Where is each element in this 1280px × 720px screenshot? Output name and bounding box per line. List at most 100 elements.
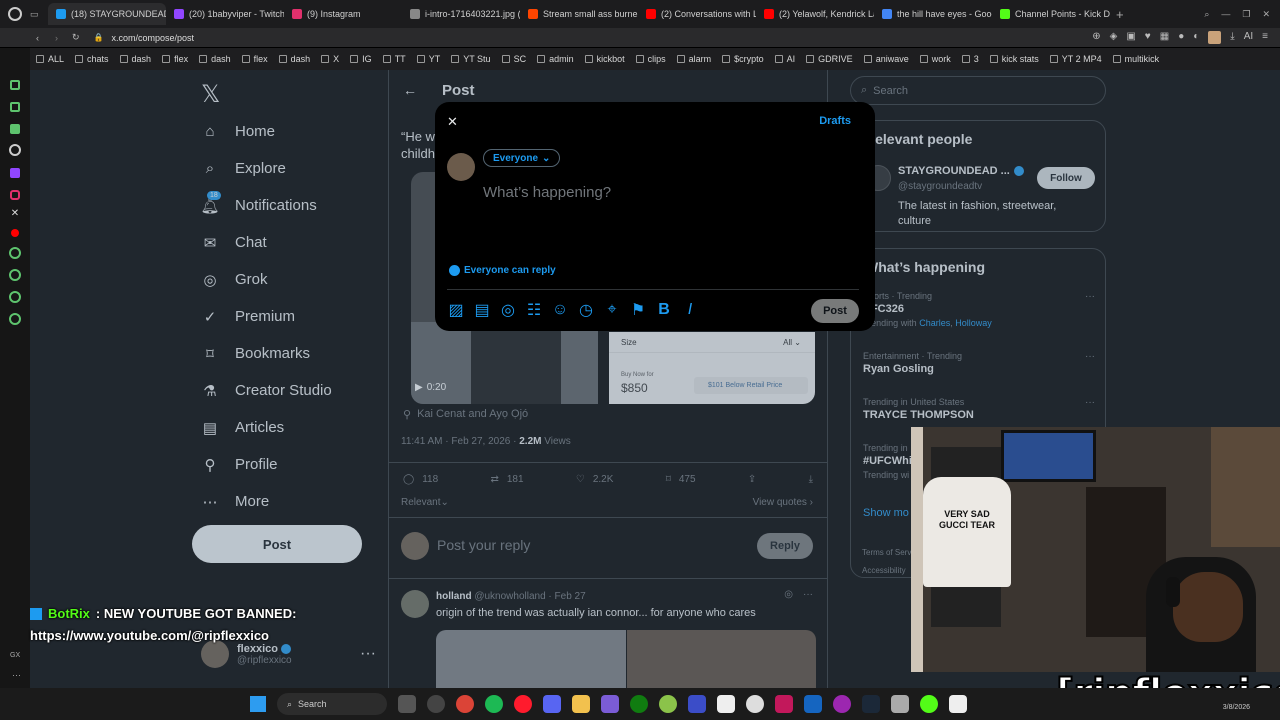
- extension-icon[interactable]: ◈: [1110, 31, 1118, 44]
- extension-icon[interactable]: ●: [1178, 31, 1184, 44]
- browser-tab[interactable]: (2) Yelawolf, Kendrick La: [756, 3, 874, 25]
- bookmark-item[interactable]: YT: [416, 54, 440, 64]
- spotify-icon[interactable]: [485, 695, 503, 713]
- bookmark-item[interactable]: GDRIVE: [806, 54, 853, 64]
- app-icon[interactable]: [659, 695, 677, 713]
- sidebar-chatgpt-icon[interactable]: [9, 144, 21, 156]
- image-icon[interactable]: ▨: [448, 302, 463, 319]
- xbox-icon[interactable]: [630, 695, 648, 713]
- poll-icon[interactable]: ☷: [527, 302, 541, 319]
- opera-logo-icon[interactable]: [8, 7, 22, 21]
- close-icon[interactable]: ✕: [447, 114, 458, 130]
- sidebar-clock-icon[interactable]: [9, 269, 21, 281]
- ai-icon[interactable]: AI: [1244, 31, 1253, 44]
- schedule-icon[interactable]: ◷: [579, 302, 593, 319]
- app-icon[interactable]: [804, 695, 822, 713]
- taskbar-search[interactable]: ⌕ Search: [277, 693, 387, 715]
- extension-icon[interactable]: ▦: [1160, 31, 1169, 44]
- location-icon[interactable]: ⌖: [605, 301, 619, 318]
- bookmark-item[interactable]: alarm: [676, 54, 711, 64]
- sidebar-box-icon[interactable]: [9, 291, 21, 303]
- app-icon[interactable]: [920, 695, 938, 713]
- bookmark-item[interactable]: clips: [635, 54, 666, 64]
- browser-tab[interactable]: (20) 1babyviper - Twitch: [166, 3, 284, 25]
- new-tab-button[interactable]: +: [1116, 7, 1124, 22]
- app-icon[interactable]: [601, 695, 619, 713]
- extension-icon[interactable]: ◐: [1193, 31, 1199, 44]
- app-icon[interactable]: [775, 695, 793, 713]
- sidebar-youtube-icon[interactable]: [11, 229, 19, 237]
- sidebar-gx-icon[interactable]: GX: [10, 652, 20, 659]
- browser-tab[interactable]: (18) STAYGROUNDEAD TV: [48, 3, 166, 25]
- italic-icon[interactable]: I: [683, 301, 697, 318]
- bookmark-item[interactable]: work: [919, 54, 951, 64]
- steam-icon[interactable]: [862, 695, 880, 713]
- emoji-icon[interactable]: ☺: [552, 301, 568, 318]
- bookmark-item[interactable]: dash: [199, 54, 231, 64]
- url-field[interactable]: x.com/compose/post: [112, 33, 195, 43]
- bookmark-item[interactable]: multikick: [1112, 54, 1159, 64]
- bold-icon[interactable]: B: [657, 301, 671, 318]
- bookmark-item[interactable]: kick stats: [989, 54, 1039, 64]
- windows-start-icon[interactable]: [250, 696, 266, 712]
- extension-icon[interactable]: ▣: [1126, 31, 1135, 44]
- gif-icon[interactable]: ▤: [474, 302, 489, 319]
- bookmark-item[interactable]: X: [321, 54, 339, 64]
- search-tabs-icon[interactable]: ⌕: [1204, 9, 1209, 20]
- close-window-icon[interactable]: ✕: [1262, 9, 1270, 20]
- compose-textarea[interactable]: What’s happening?: [483, 184, 611, 201]
- reload-icon[interactable]: ↻: [72, 32, 80, 43]
- taskview-icon[interactable]: [398, 695, 416, 713]
- browser-tab[interactable]: (9) Instagram: [284, 3, 402, 25]
- profile-avatar[interactable]: [1208, 31, 1222, 44]
- bookmark-item[interactable]: ALL: [36, 54, 64, 64]
- bookmark-item[interactable]: dash: [278, 54, 310, 64]
- bookmark-item[interactable]: SC: [501, 54, 526, 64]
- app-icon[interactable]: [949, 695, 967, 713]
- bookmark-item[interactable]: 3: [961, 54, 979, 64]
- browser-tab[interactable]: i-intro-1716403221.jpg (: [402, 3, 520, 25]
- grok-icon[interactable]: ◎: [501, 302, 515, 319]
- sidebar-x-icon[interactable]: ✕: [0, 208, 30, 219]
- zoom-icon[interactable]: ⊕: [1092, 31, 1100, 44]
- bookmark-item[interactable]: TT: [382, 54, 406, 64]
- app-icon[interactable]: [833, 695, 851, 713]
- sidebar-play-icon[interactable]: [9, 247, 21, 259]
- bookmark-item[interactable]: flex: [241, 54, 268, 64]
- sidebar-ai-icon[interactable]: [10, 80, 20, 90]
- flag-icon[interactable]: ⚑: [631, 302, 645, 319]
- app-icon[interactable]: [688, 695, 706, 713]
- bookmark-item[interactable]: dash: [119, 54, 151, 64]
- sidebar-twitch-icon[interactable]: [10, 168, 20, 178]
- bookmark-item[interactable]: IG: [350, 54, 372, 64]
- drafts-button[interactable]: Drafts: [819, 115, 851, 127]
- discord-icon[interactable]: [543, 695, 561, 713]
- bookmark-item[interactable]: aniwave: [863, 54, 909, 64]
- download-icon[interactable]: ⤓: [1230, 31, 1234, 44]
- app-icon[interactable]: [717, 695, 735, 713]
- browser-tab[interactable]: Stream small ass burner: [520, 3, 638, 25]
- bookmark-item[interactable]: chats: [75, 54, 109, 64]
- bookmark-item[interactable]: $crypto: [722, 54, 764, 64]
- tab-menu-icon[interactable]: ▭: [30, 9, 44, 20]
- opera-icon[interactable]: [514, 695, 532, 713]
- chatgpt-icon[interactable]: [746, 695, 764, 713]
- compose-post-button[interactable]: Post: [811, 299, 859, 323]
- sidebar-settings-icon[interactable]: [9, 313, 21, 325]
- back-icon[interactable]: ‹: [36, 33, 39, 43]
- browser-tab[interactable]: the hill have eyes - Goog: [874, 3, 992, 25]
- menu-icon[interactable]: ≡: [1262, 31, 1268, 44]
- bookmark-item[interactable]: flex: [162, 54, 188, 64]
- sidebar-pencil-icon[interactable]: [10, 102, 20, 112]
- bookmark-item[interactable]: YT 2 MP4: [1049, 54, 1102, 64]
- minimize-icon[interactable]: —: [1221, 9, 1230, 20]
- bookmark-item[interactable]: admin: [537, 54, 574, 64]
- sidebar-instagram-icon[interactable]: [10, 190, 20, 200]
- browser-tab[interactable]: Channel Points - Kick Da: [992, 3, 1110, 25]
- app-icon[interactable]: [427, 695, 445, 713]
- bookmark-item[interactable]: AI: [774, 54, 795, 64]
- bookmark-item[interactable]: kickbot: [584, 54, 625, 64]
- audience-select[interactable]: Everyone ⌄: [483, 149, 561, 167]
- chrome-icon[interactable]: [456, 695, 474, 713]
- extension-icon[interactable]: ♥: [1145, 31, 1151, 44]
